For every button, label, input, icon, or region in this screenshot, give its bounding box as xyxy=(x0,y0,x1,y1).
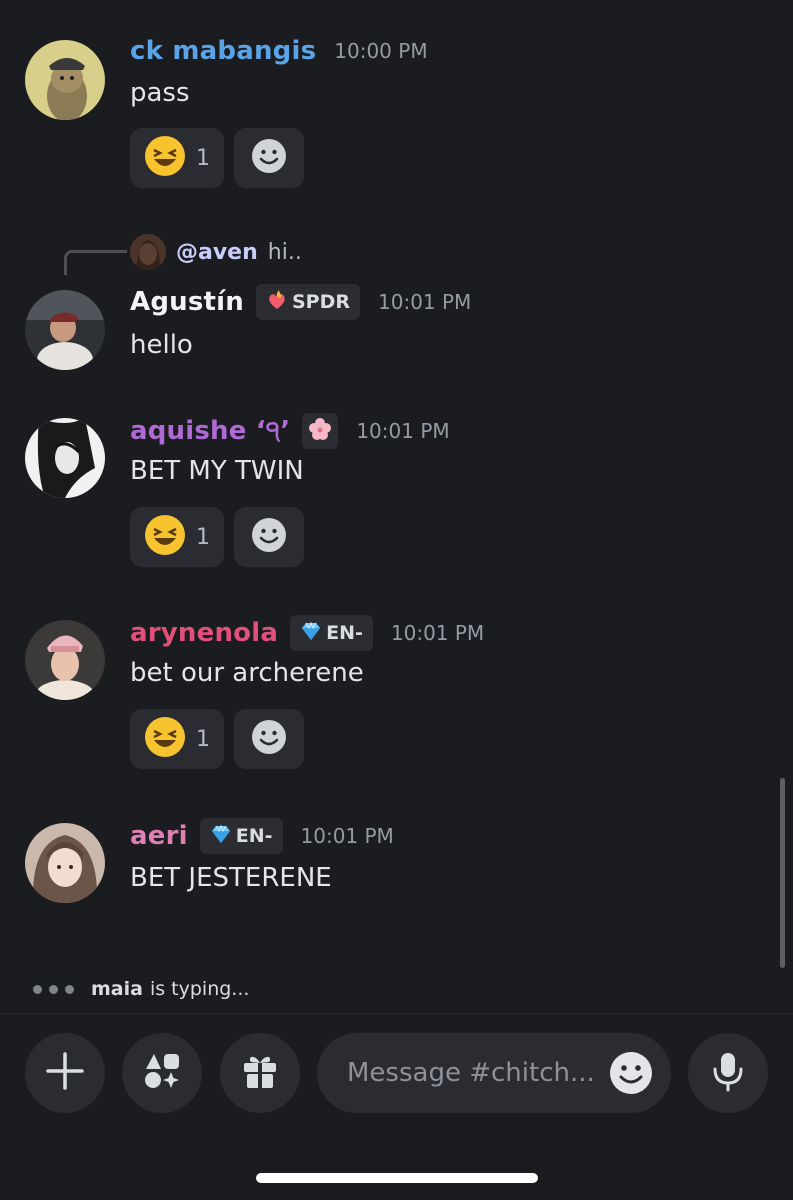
timestamp: 10:01 PM xyxy=(300,824,394,848)
smiley-icon xyxy=(251,517,287,557)
username[interactable]: arynenola xyxy=(130,618,278,648)
message-header: Agustín SPDR 10:01 PM xyxy=(130,284,471,320)
message-list[interactable]: ck mabangis 10:00 PM pass 1 @aven hi.. A… xyxy=(0,0,793,1015)
username[interactable]: Agustín xyxy=(130,287,244,317)
laughing-face-icon xyxy=(144,135,186,181)
emoji-button[interactable] xyxy=(609,1051,653,1095)
gem-icon xyxy=(210,823,232,850)
smiley-icon xyxy=(251,719,287,759)
reply-preview[interactable]: @aven hi.. xyxy=(130,234,302,270)
gift-icon xyxy=(239,1050,281,1096)
typing-user: maia xyxy=(91,978,143,1000)
reactions: 1 xyxy=(130,128,304,188)
reaction-laughing[interactable]: 1 xyxy=(130,709,224,769)
avatar[interactable] xyxy=(25,40,105,120)
gift-button[interactable] xyxy=(220,1033,300,1113)
reactions: 1 xyxy=(130,507,304,567)
avatar[interactable] xyxy=(25,823,105,903)
typing-dot xyxy=(65,984,74,994)
reaction-count: 1 xyxy=(196,524,210,550)
avatar[interactable] xyxy=(25,290,105,370)
message-composer: Message #chitch... xyxy=(0,1032,793,1116)
gem-icon xyxy=(300,620,322,647)
apps-button[interactable] xyxy=(122,1033,202,1113)
message-text: pass xyxy=(130,78,190,108)
message-header: ck mabangis 10:00 PM xyxy=(130,36,428,66)
reaction-laughing[interactable]: 1 xyxy=(130,128,224,188)
role-tag[interactable] xyxy=(302,413,339,449)
message-text: bet our archerene xyxy=(130,658,364,688)
timestamp: 10:01 PM xyxy=(356,419,450,443)
reply-connector xyxy=(64,250,127,275)
role-tag[interactable]: SPDR xyxy=(255,284,360,320)
apps-icon xyxy=(141,1050,183,1096)
add-reaction-button[interactable] xyxy=(234,128,304,188)
reaction-laughing[interactable]: 1 xyxy=(130,507,224,567)
add-reaction-button[interactable] xyxy=(234,507,304,567)
add-attachment-button[interactable] xyxy=(25,1033,105,1113)
message-text: hello xyxy=(130,330,193,360)
laughing-face-icon xyxy=(144,716,186,762)
fire-heart-icon xyxy=(266,289,288,316)
message-header: arynenola EN- 10:01 PM xyxy=(130,615,484,651)
role-tag[interactable]: EN- xyxy=(199,818,283,854)
timestamp: 10:00 PM xyxy=(334,39,428,63)
reply-text: hi.. xyxy=(267,239,302,265)
username[interactable]: ck mabangis xyxy=(130,36,316,66)
reaction-count: 1 xyxy=(196,726,210,752)
laughing-face-icon xyxy=(144,514,186,560)
avatar[interactable] xyxy=(25,620,105,700)
reply-avatar xyxy=(130,234,166,270)
smiley-icon xyxy=(609,1052,653,1099)
tag-label: EN- xyxy=(326,622,363,644)
reaction-count: 1 xyxy=(196,145,210,171)
voice-message-button[interactable] xyxy=(688,1033,768,1113)
tag-label: SPDR xyxy=(291,291,350,313)
home-indicator[interactable] xyxy=(256,1173,538,1183)
timestamp: 10:01 PM xyxy=(390,621,485,645)
add-reaction-button[interactable] xyxy=(234,709,304,769)
avatar[interactable] xyxy=(25,418,105,498)
typing-indicator: maia is typing... xyxy=(33,978,249,1000)
scrollbar[interactable] xyxy=(780,778,785,968)
smiley-icon xyxy=(251,138,287,178)
microphone-icon xyxy=(707,1050,749,1096)
message-input[interactable]: Message #chitch... xyxy=(317,1033,671,1113)
timestamp: 10:01 PM xyxy=(378,290,472,314)
reply-mention[interactable]: @aven xyxy=(176,240,258,265)
typing-dot xyxy=(33,984,42,994)
divider xyxy=(0,1013,793,1014)
username[interactable]: aeri xyxy=(130,821,188,851)
typing-dot xyxy=(49,984,58,994)
plus-icon xyxy=(44,1050,86,1096)
cherry-blossom-icon xyxy=(308,417,332,446)
message-header: aquishe ʻ੧ʼ 10:01 PM xyxy=(130,413,450,449)
message-text: BET MY TWIN xyxy=(130,456,304,486)
role-tag[interactable]: EN- xyxy=(290,615,373,651)
username[interactable]: aquishe ʻ੧ʼ xyxy=(130,416,290,447)
message-input-placeholder: Message #chitch... xyxy=(347,1058,593,1088)
typing-text: is typing... xyxy=(149,978,250,1000)
reactions: 1 xyxy=(130,709,304,769)
tag-label: EN- xyxy=(235,825,273,847)
message-text: BET JESTERENE xyxy=(130,863,332,893)
message-header: aeri EN- 10:01 PM xyxy=(130,818,394,854)
